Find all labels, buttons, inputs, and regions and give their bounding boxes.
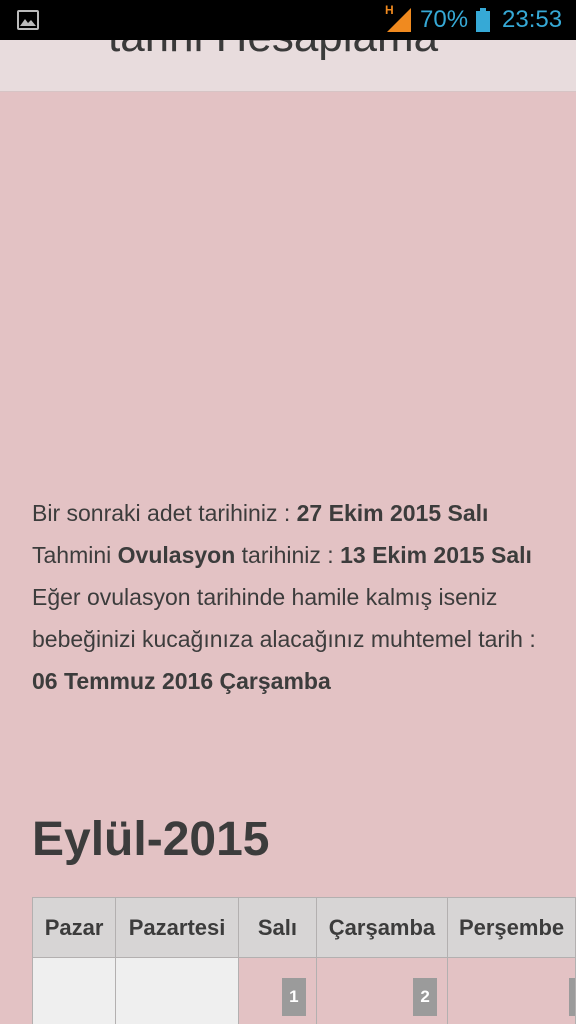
day-number-clipped (569, 978, 575, 1016)
calendar-cell-empty (31, 957, 117, 1024)
status-bar: H 70% 23:53 (0, 0, 576, 40)
calendar-header-tuesday: Salı (237, 897, 317, 958)
result-text: Bir sonraki adet tarihiniz : 27 Ekim 201… (32, 492, 552, 702)
due-date: 06 Temmuz 2016 Çarşamba (32, 668, 331, 694)
battery-percent: 70% (420, 6, 469, 33)
calendar-header-monday: Pazartesi (115, 897, 239, 958)
calendar-table: Pazar Pazartesi Salı Çarşamba Perşembe 1… (31, 897, 576, 1024)
page-header: tarihi Hesaplama (0, 40, 576, 92)
ovulation-label-bold: Ovulasyon (117, 542, 236, 568)
signal-strength-icon (387, 8, 411, 32)
page-title: tarihi Hesaplama (108, 40, 438, 64)
day-number: 1 (281, 978, 306, 1016)
calendar-header-thursday: Perşembe (447, 897, 576, 958)
battery-icon (476, 8, 490, 32)
calendar-day-cell[interactable]: 2 (315, 957, 449, 1024)
calendar-cell-empty (115, 957, 239, 1024)
next-period-date: 27 Ekim 2015 Salı (296, 500, 489, 526)
calendar-month-title: Eylül-2015 (32, 813, 270, 866)
image-notification-icon (17, 10, 39, 30)
calendar-header-wednesday: Çarşamba (315, 897, 449, 958)
clock: 23:53 (502, 6, 563, 33)
ovulation-date: 13 Ekim 2015 Salı (340, 542, 532, 568)
calendar-day-cell[interactable]: 1 (237, 957, 317, 1024)
calendar-week-row: 1 2 (31, 957, 576, 1024)
calendar-header-sunday: Pazar (31, 897, 117, 958)
due-date-label: Eğer ovulasyon tarihinde hamile kalmış i… (32, 584, 536, 652)
day-number: 2 (413, 978, 438, 1016)
ovulation-label-suffix: tarihiniz : (235, 542, 341, 568)
calendar-day-cell[interactable] (447, 957, 576, 1024)
ovulation-label-prefix: Tahmini (32, 542, 118, 568)
next-period-label: Bir sonraki adet tarihiniz : (32, 500, 297, 526)
